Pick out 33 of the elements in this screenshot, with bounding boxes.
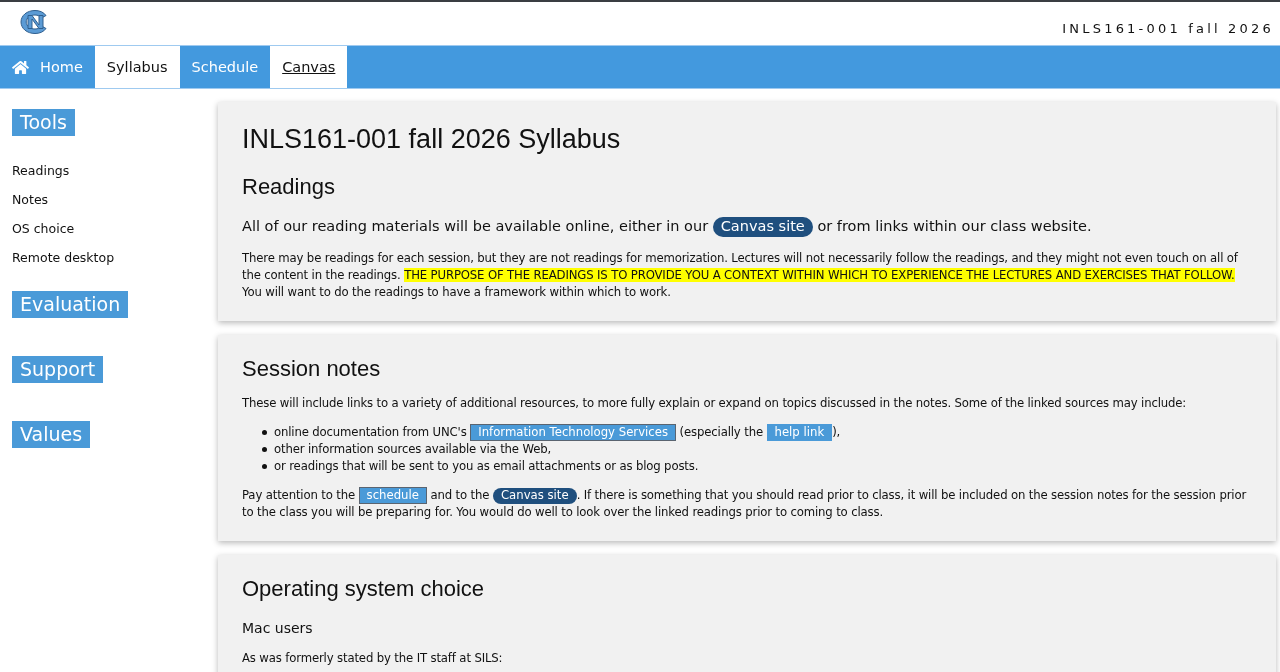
- nav-tab[interactable]: Syllabus: [94, 46, 180, 88]
- home-icon: [12, 59, 29, 75]
- paragraph: There may be readings for each session, but they are not readings for memorization. Lectures will not necessarily follow the readings, and they might not even touch on all of the content in the readings. THE PURPOSE OF THE READINGS IS TO PROVIDE YOU A CONTEXT WITHIN WHICH TO EXPERIENCE THE LECTURES AND EXERCISES THAT FOLLOW. You will want to do the readings to have a framework within which to work.: [242, 250, 1239, 301]
- bullet-icon: [262, 464, 267, 469]
- intro-paragraph: All of our reading materials will be available online, either in our Canvas site or from links within our class website.: [242, 214, 1252, 238]
- section-heading: Readings: [242, 173, 336, 201]
- bullet-icon: [262, 447, 267, 452]
- link[interactable]: Information Technology Services: [470, 424, 677, 441]
- paragraph: Pay attention to the schedule and to the Canvas site . If there is something that you should read prior to class, it will be included on the session notes for the session prior to the class you will be preparing for. You would do well to look over the linked readings prior to coming to class.: [242, 487, 1248, 521]
- link[interactable]: Canvas site: [492, 488, 577, 504]
- sidebar-heading[interactable]: Evaluation: [12, 291, 129, 318]
- paragraph: These will include links to a variety of additional resources, to more fully explain or expand on topics discussed in the notes. Some of the linked sources may include:: [242, 395, 1188, 412]
- link[interactable]: Canvas site: [712, 217, 813, 237]
- bullet-icon: [262, 430, 267, 435]
- link[interactable]: schedule: [358, 487, 427, 504]
- sidebar-link[interactable]: Notes: [12, 185, 49, 214]
- sidebar-link[interactable]: Readings: [12, 156, 70, 185]
- paragraph: As was formerly stated by the IT staff at SILS:: [242, 650, 504, 667]
- course-title: INLS161-001 fall 2026: [1062, 21, 1274, 36]
- nav-tab[interactable]: Canvas: [270, 46, 348, 88]
- section-heading: Session notes: [242, 355, 382, 383]
- page-title: INLS161-001 fall 2026 Syllabus: [242, 123, 622, 156]
- list-item-text: online documentation from UNC's Information Technology Services (especially the help link ),: [274, 424, 841, 441]
- link[interactable]: help link: [766, 424, 833, 441]
- list-item-text: other information sources available via the Web,: [274, 441, 552, 458]
- sidebar-link[interactable]: Remote desktop: [12, 243, 115, 272]
- subheading: Mac users: [242, 619, 314, 638]
- section-heading: Operating system choice: [242, 575, 486, 603]
- sidebar-heading[interactable]: Support: [12, 356, 104, 383]
- list-item-text: or readings that will be sent to you as email attachments or as blog posts.: [274, 458, 699, 475]
- sidebar-heading[interactable]: Values: [12, 421, 91, 448]
- sidebar-link[interactable]: OS choice: [12, 214, 75, 243]
- sidebar-heading[interactable]: Tools: [12, 109, 75, 136]
